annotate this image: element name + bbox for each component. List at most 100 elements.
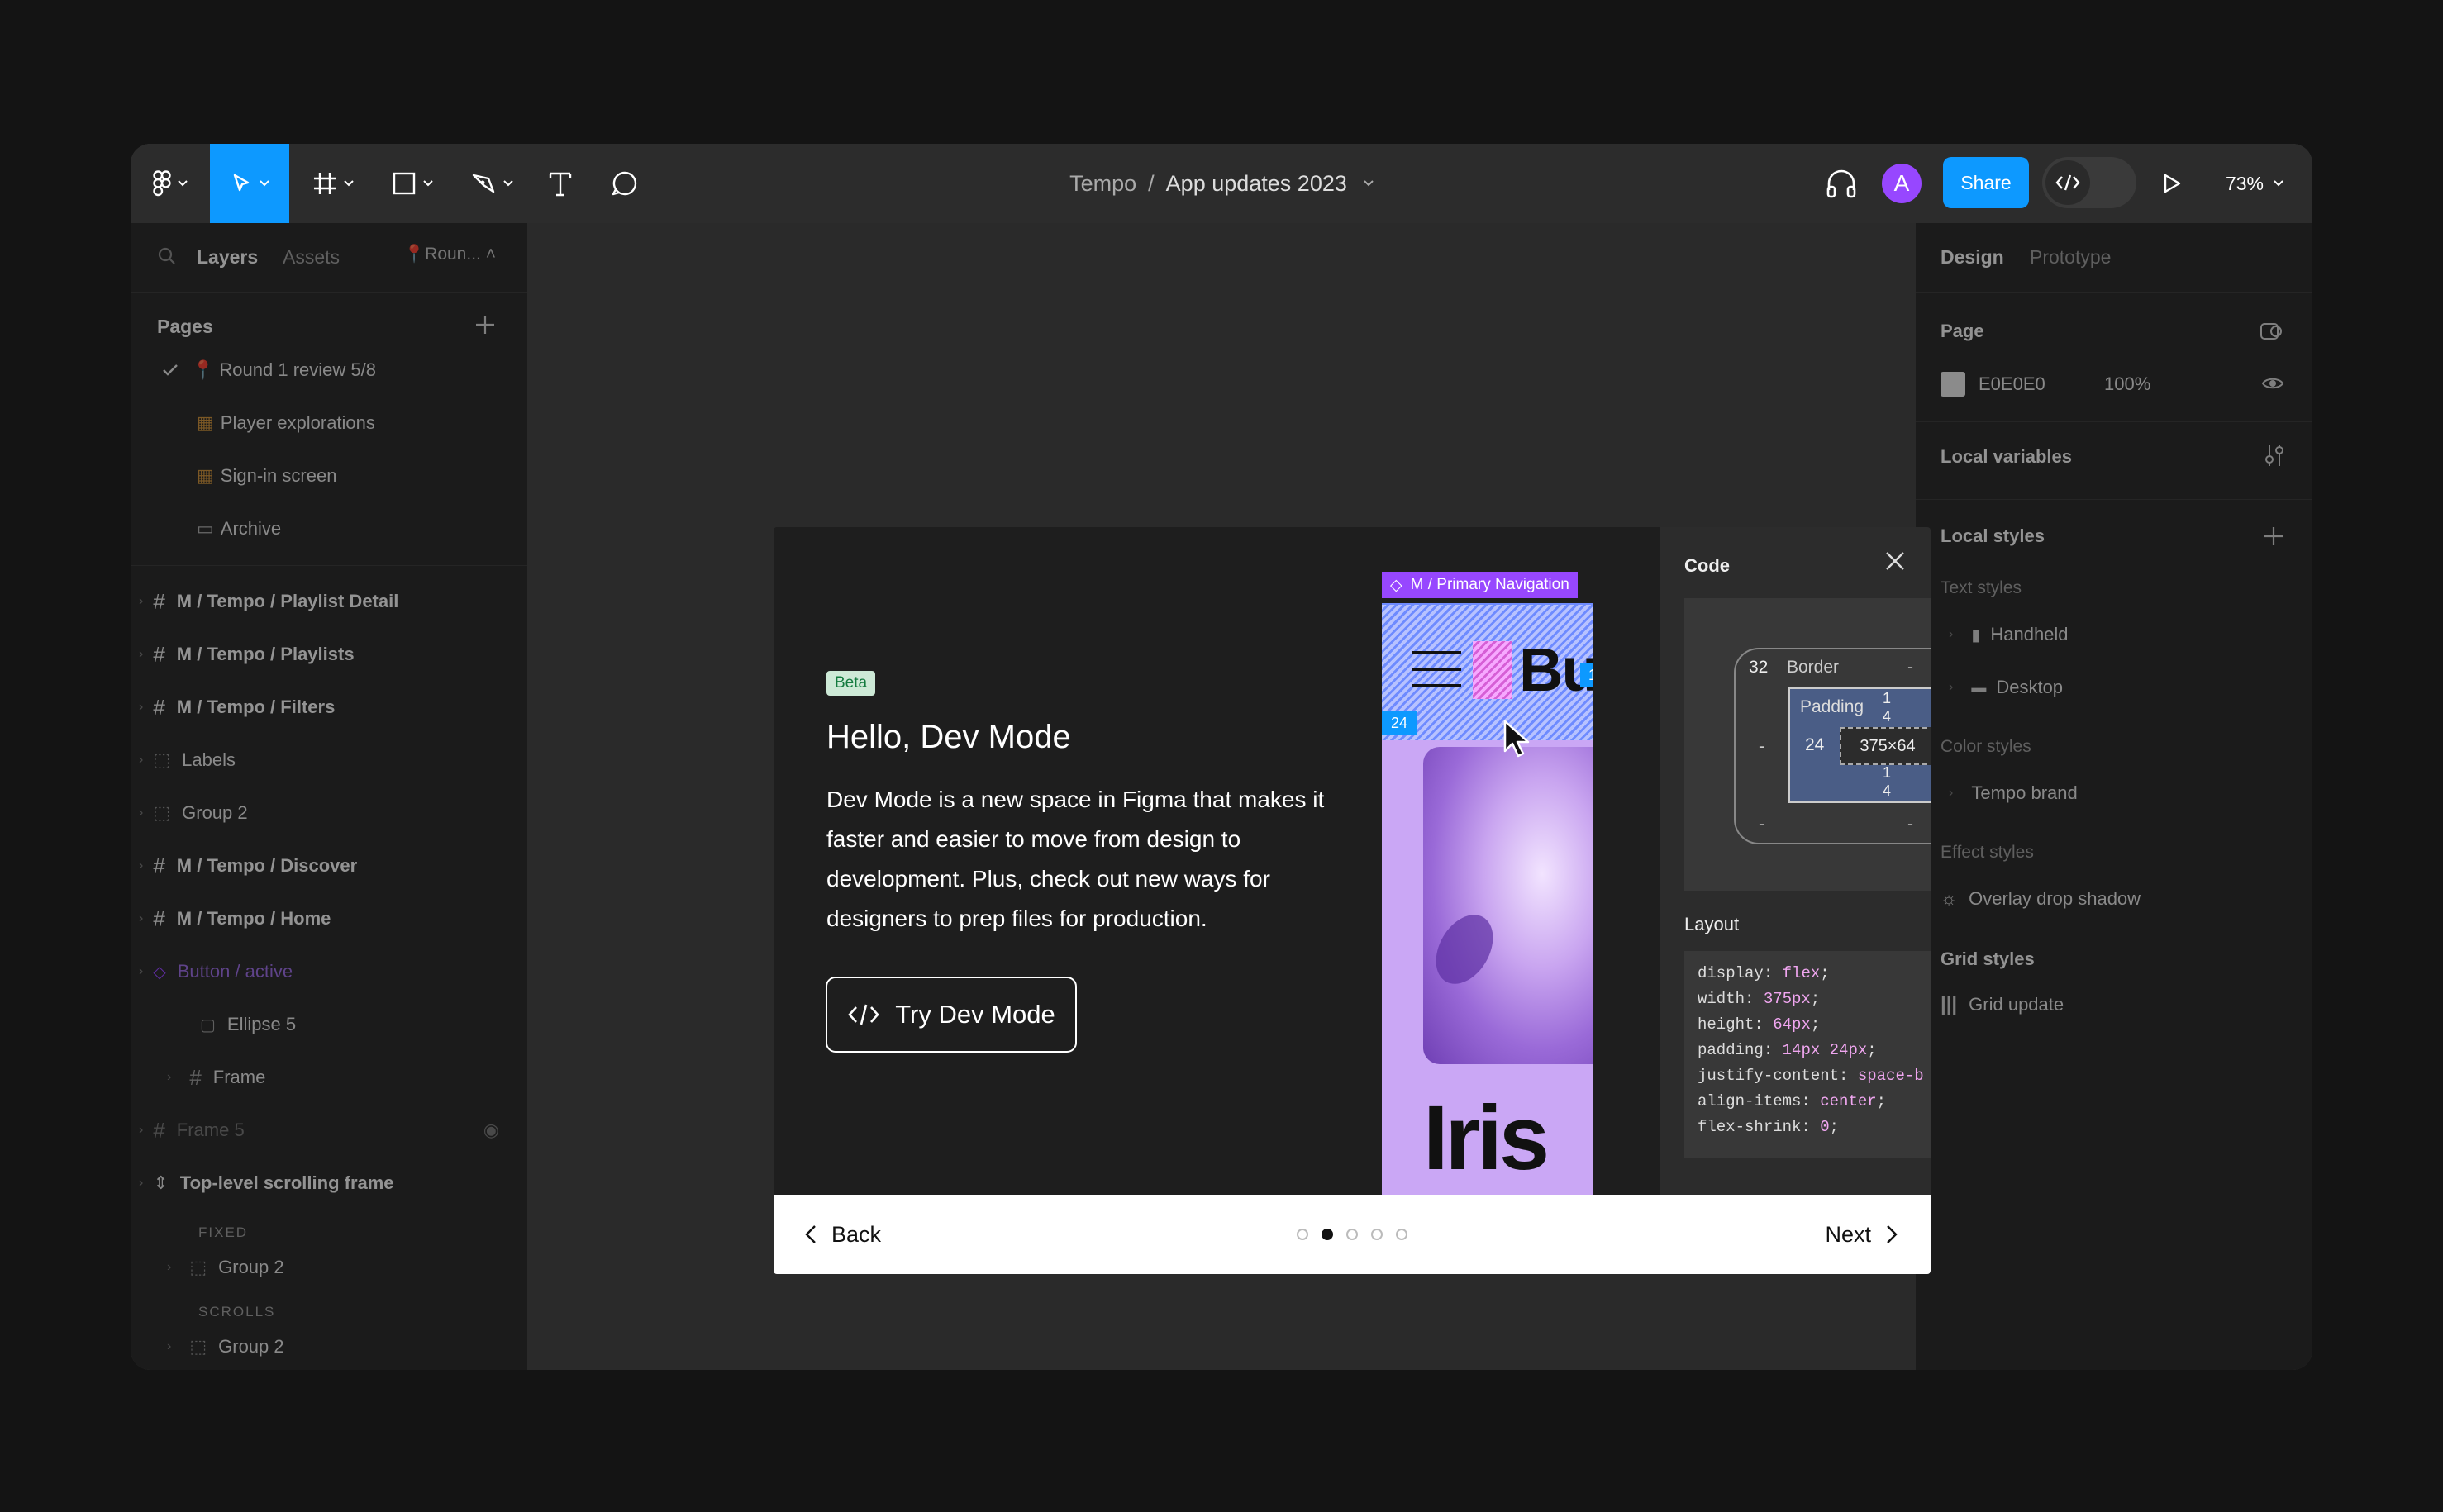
page-item[interactable]: ▦ Sign-in screen <box>131 449 527 502</box>
breadcrumb-project[interactable]: Tempo <box>1069 171 1136 197</box>
layer-row[interactable]: › # M / Tempo / Filters <box>131 681 527 734</box>
border-radius-value: 32 <box>1749 658 1769 677</box>
layer-row[interactable]: › # M / Tempo / Playlists <box>131 628 527 681</box>
page-item[interactable]: 📍 Round 1 review 5/8 <box>131 344 527 397</box>
style-item[interactable]: › ▬ Desktop <box>1916 661 2312 714</box>
layer-row[interactable]: › ⇕ Top-level scrolling frame <box>131 1157 527 1210</box>
layer-row[interactable]: › ⬚ Labels <box>131 734 527 787</box>
hero-title: Iris Ret <box>1423 1087 1563 1195</box>
css-code-block[interactable]: display: flex; width: 375px; height: 64p… <box>1684 951 1931 1158</box>
css-prop: display <box>1698 964 1764 982</box>
group-icon: ⬚ <box>153 749 171 770</box>
caret-right-icon: › <box>1949 627 1954 641</box>
next-button[interactable]: Next <box>1825 1195 1898 1274</box>
style-item[interactable]: › ▮ Handheld <box>1916 608 2312 661</box>
page-color-hex[interactable]: E0E0E0 <box>1979 373 2045 395</box>
style-settings-icon[interactable] <box>2260 321 2284 342</box>
page-color-swatch[interactable] <box>1941 372 1965 397</box>
add-page-icon[interactable] <box>474 314 496 335</box>
pin-icon: 📍 <box>192 359 215 380</box>
layer-row[interactable]: › ⬚ Group 2 <box>131 1320 527 1370</box>
frame-hash-icon: # <box>153 588 165 614</box>
local-styles-heading: Local styles <box>1941 525 2045 546</box>
page-item-label: Round 1 review 5/8 <box>219 359 376 380</box>
css-prop: width <box>1698 990 1745 1008</box>
eye-icon[interactable]: ◉ <box>483 1120 499 1141</box>
eye-icon[interactable] <box>2261 375 2284 392</box>
step-dot-active[interactable] <box>1322 1229 1333 1240</box>
style-item[interactable]: › Tempo brand <box>1916 767 2312 820</box>
frame-hash-icon: # <box>153 1117 165 1143</box>
layer-row[interactable]: › # Frame 5 ◉ <box>131 1104 527 1157</box>
layer-name: Top-level scrolling frame <box>179 1172 394 1193</box>
dev-mode-knob <box>2045 160 2090 205</box>
modal-title: Hello, Dev Mode <box>826 719 1071 755</box>
layer-row[interactable]: › ◇ Button / active <box>131 945 527 998</box>
layer-row[interactable]: › ⬚ Group 2 <box>131 1241 527 1294</box>
search-icon[interactable] <box>157 246 177 266</box>
layer-row[interactable]: › ⬚ Group 2 <box>131 787 527 839</box>
css-prop: justify-content <box>1698 1067 1840 1085</box>
caret-right-icon: › <box>139 858 144 872</box>
audio-huddle-button[interactable] <box>1817 144 1866 223</box>
zoom-menu[interactable]: 73% <box>2213 144 2296 223</box>
layer-row[interactable]: ▢ Ellipse 5 <box>131 998 527 1051</box>
style-name: Handheld <box>1990 624 2069 644</box>
page-opacity[interactable]: 100% <box>2104 373 2150 395</box>
page-switcher-chip[interactable]: 📍Roun... ˄ <box>403 245 496 264</box>
caret-right-icon: › <box>139 700 144 714</box>
add-style-icon[interactable] <box>2263 525 2284 547</box>
layer-row[interactable]: › # M / Tempo / Discover <box>131 839 527 892</box>
ellipse-icon: ▢ <box>200 1015 216 1034</box>
style-item[interactable]: ||| Grid update <box>1916 978 2312 1031</box>
step-dot[interactable] <box>1371 1229 1383 1240</box>
caret-right-icon: › <box>139 753 144 767</box>
layer-row[interactable]: › # M / Tempo / Playlist Detail <box>131 575 527 628</box>
caret-right-icon: › <box>1949 680 1954 694</box>
grid-columns-icon: ||| <box>1941 993 1958 1015</box>
share-button[interactable]: Share <box>1943 157 2029 208</box>
code-line: flex-shrink: 0; <box>1698 1118 1840 1136</box>
avatar[interactable]: A <box>1881 144 1922 223</box>
pad-top-badge: 14 <box>1580 663 1593 687</box>
tab-prototype[interactable]: Prototype <box>2030 246 2111 269</box>
layer-row[interactable]: › # Frame <box>131 1051 527 1104</box>
chevron-down-icon[interactable] <box>1364 180 1374 187</box>
page-item[interactable]: ▦ Player explorations <box>131 397 527 449</box>
layer-row[interactable]: › # M / Tempo / Home <box>131 892 527 945</box>
css-value: space-b <box>1857 1067 1924 1085</box>
style-item[interactable]: ☼ Overlay drop shadow <box>1916 872 2312 925</box>
variables-sliders-icon[interactable] <box>2263 443 2286 468</box>
padding-bottom-value: 1 4 <box>1883 764 1892 799</box>
local-variables-heading[interactable]: Local variables <box>1941 446 2072 468</box>
zoom-value: 73% <box>2225 172 2264 194</box>
group-icon: ⬚ <box>189 1257 207 1277</box>
step-dot[interactable] <box>1297 1229 1308 1240</box>
page-item[interactable]: ▭ Archive <box>131 502 527 555</box>
tab-layers[interactable]: Layers <box>197 246 258 269</box>
frame-hash-icon: # <box>153 853 165 878</box>
present-button[interactable] <box>2147 144 2197 223</box>
layer-name: M / Tempo / Playlist Detail <box>176 591 399 611</box>
frame-hash-icon: # <box>189 1064 202 1090</box>
dev-mode-toggle[interactable] <box>2042 157 2136 208</box>
speech-icon: ▭ <box>197 518 214 539</box>
code-inspect-panel: Code 32 Border - - - - Padding 24 1 4 1 … <box>1660 527 1931 1195</box>
iris-flower-image <box>1423 747 1593 1064</box>
tab-assets[interactable]: Assets <box>283 246 340 269</box>
css-value: 0 <box>1820 1118 1830 1136</box>
component-instance-icon: ◇ <box>153 963 166 982</box>
code-line: width: 375px; <box>1698 990 1821 1008</box>
divider <box>131 565 527 566</box>
css-value: flex <box>1782 964 1821 982</box>
style-name: Tempo brand <box>1971 782 2078 803</box>
step-dot[interactable] <box>1396 1229 1407 1240</box>
close-icon[interactable] <box>1884 550 1906 572</box>
page-item-label: Player explorations <box>220 412 375 433</box>
breadcrumb-file[interactable]: App updates 2023 <box>1166 171 1347 197</box>
grid-styles-label: Grid styles <box>1941 949 2035 969</box>
tab-design[interactable]: Design <box>1941 246 2004 269</box>
try-dev-mode-button[interactable]: Try Dev Mode <box>826 977 1077 1053</box>
construction-icon: ▦ <box>197 412 214 433</box>
step-dot[interactable] <box>1346 1229 1358 1240</box>
